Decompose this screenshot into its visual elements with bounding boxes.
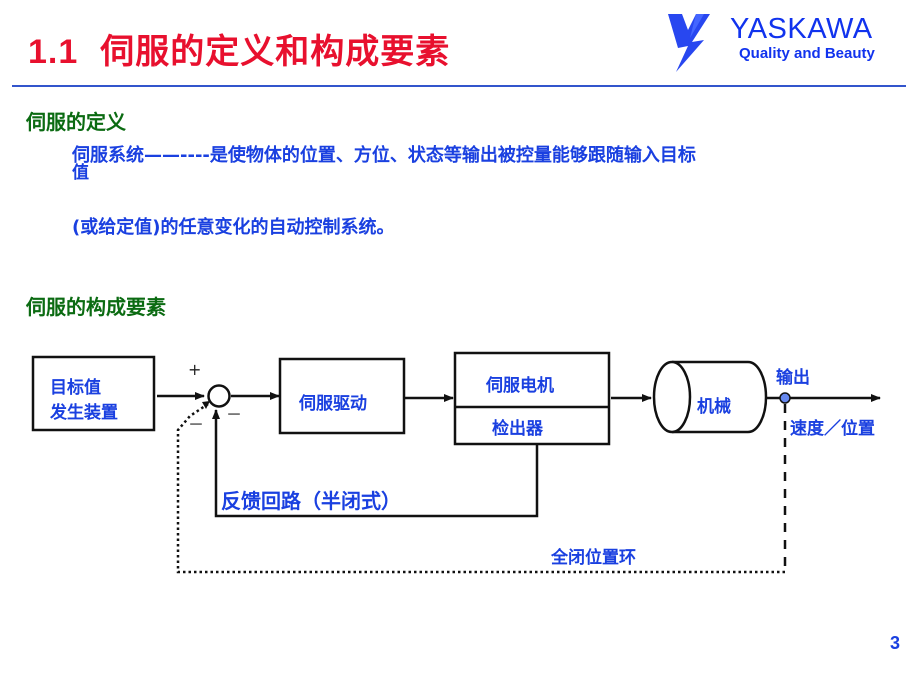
measured-label: 速度／位置 [790, 419, 875, 439]
detector-label: 检出器 [492, 419, 543, 439]
servo-drive-label: 伺服驱动 [299, 394, 367, 414]
semi-closed-loop-label: 反馈回路（半闭式） [221, 489, 401, 513]
minus-sign-left: － [188, 415, 205, 434]
target-generator-label-1: 目标值 [50, 378, 101, 398]
page-number: 3 [890, 633, 901, 653]
plus-sign: + [188, 360, 202, 379]
servo-block-diagram [31, 351, 881, 574]
full-closed-loop-label: 全闭位置环 [551, 548, 636, 568]
machine-label: 机械 [697, 397, 731, 417]
output-measure-point [779, 392, 791, 404]
machine-cylinder-end [652, 360, 692, 434]
target-generator-label-2: 发生装置 [50, 403, 118, 423]
servo-motor-label: 伺服电机 [486, 376, 554, 396]
minus-sign-right: － [226, 405, 243, 424]
output-label: 输出 [776, 368, 810, 388]
